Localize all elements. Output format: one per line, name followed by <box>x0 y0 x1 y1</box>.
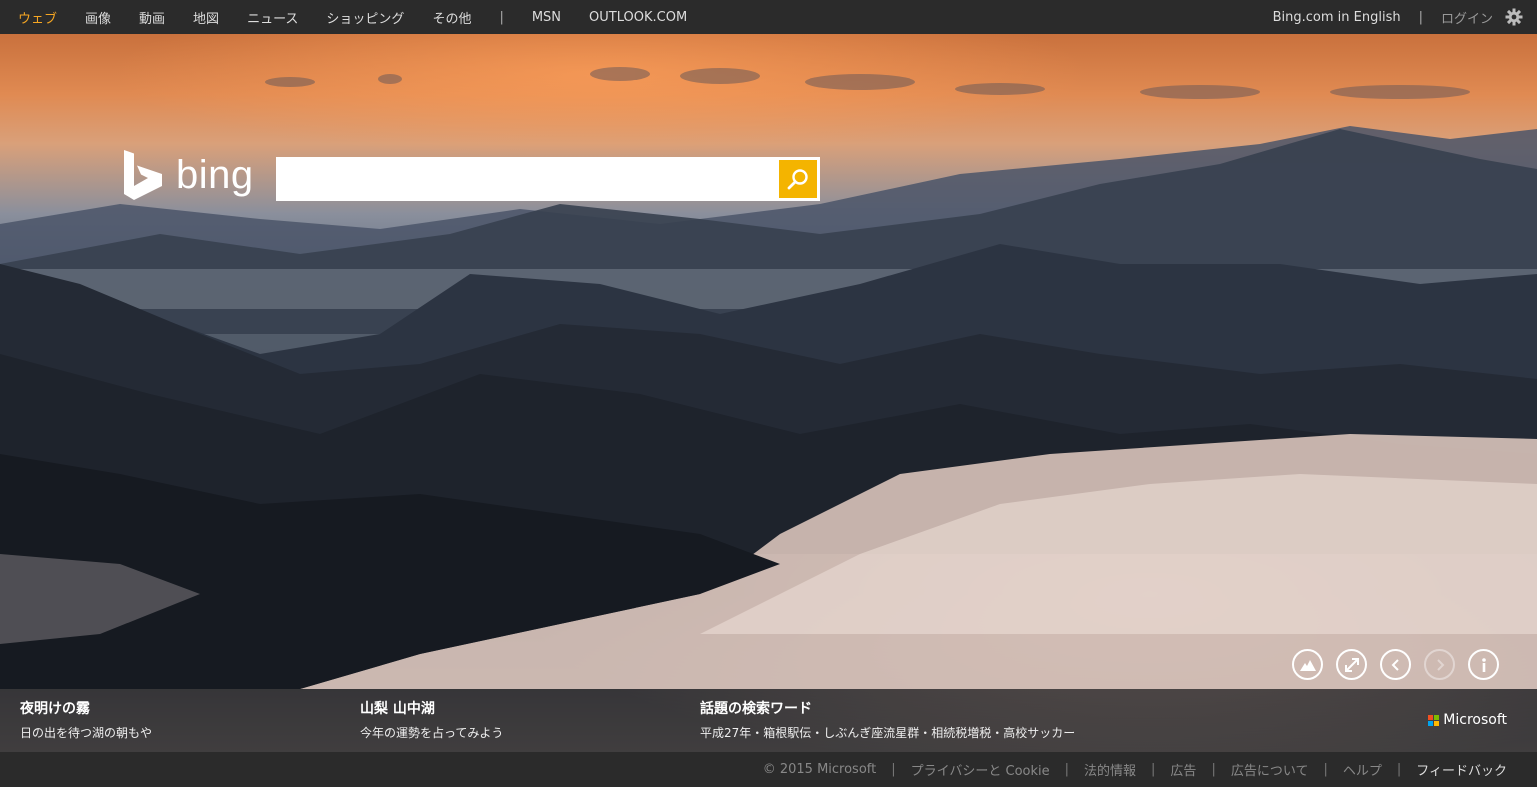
login-link[interactable]: ログイン <box>1441 8 1493 27</box>
footer-feedback-link[interactable]: フィードバック <box>1416 760 1507 779</box>
image-controls <box>1292 649 1512 680</box>
caption-image-title[interactable]: 夜明けの霧 日の出を待つ湖の朝もや <box>20 698 152 741</box>
footer-legal-link[interactable]: 法的情報 <box>1084 760 1136 779</box>
homepage-background-image: bing <box>0 34 1537 752</box>
nav-news[interactable]: ニュース <box>247 8 298 27</box>
footer-help-link[interactable]: ヘルプ <box>1343 760 1382 779</box>
nav-separator: | <box>499 9 504 25</box>
microsoft-logo-icon <box>1428 714 1440 726</box>
footer-about-ads-link[interactable]: 広告について <box>1231 760 1309 779</box>
nav-more[interactable]: その他 <box>432 8 471 27</box>
caption-subtitle: 日の出を待つ湖の朝もや <box>20 726 153 740</box>
search-box <box>276 157 820 201</box>
footer-ads-link[interactable]: 広告 <box>1170 760 1196 779</box>
nav-msn[interactable]: MSN <box>532 10 561 25</box>
hiking-button[interactable] <box>1292 649 1323 680</box>
info-icon <box>1481 657 1486 672</box>
caption-subtitle: 平成27年・箱根駅伝・しぶんぎ座流星群・相続税増税・高校サッカー <box>700 726 1076 740</box>
bing-logo-text: bing <box>176 152 254 197</box>
footer-separator: | <box>891 762 896 777</box>
caption-strip: 夜明けの霧 日の出を待つ湖の朝もや 山梨 山中湖 今年の運勢を占ってみよう 話題… <box>0 689 1537 752</box>
fullscreen-icon <box>1344 657 1359 672</box>
mountain-landscape <box>0 67 1537 689</box>
gear-icon[interactable] <box>1505 8 1523 26</box>
next-image-button[interactable] <box>1424 649 1455 680</box>
caption-location[interactable]: 山梨 山中湖 今年の運勢を占ってみよう <box>360 698 503 741</box>
bing-logo-icon <box>124 150 162 200</box>
info-button[interactable] <box>1468 649 1499 680</box>
previous-icon <box>1391 658 1399 671</box>
footer-separator: | <box>1064 762 1070 777</box>
fullscreen-button[interactable] <box>1336 649 1367 680</box>
footer-separator: | <box>1396 762 1402 777</box>
account-area: Bing.com in English | ログイン <box>1273 0 1523 34</box>
footer-separator: | <box>1151 762 1156 777</box>
nav-outlook[interactable]: OUTLOOK.COM <box>589 10 687 25</box>
caption-title: 夜明けの霧 <box>20 701 90 717</box>
caption-subtitle: 今年の運勢を占ってみよう <box>360 726 504 740</box>
search-input[interactable] <box>286 159 780 201</box>
account-separator: | <box>1418 9 1423 25</box>
nav-videos[interactable]: 動画 <box>139 8 165 27</box>
nav-images[interactable]: 画像 <box>85 8 111 27</box>
microsoft-logo[interactable]: Microsoft <box>1428 712 1507 728</box>
copyright: © 2015 Microsoft <box>762 762 877 777</box>
microsoft-logo-text: Microsoft <box>1443 712 1507 728</box>
nav-shopping[interactable]: ショッピング <box>326 8 404 27</box>
caption-title: 話題の検索ワード <box>700 701 812 717</box>
next-icon <box>1436 658 1444 671</box>
footer-separator: | <box>1211 762 1216 777</box>
caption-trending[interactable]: 話題の検索ワード 平成27年・箱根駅伝・しぶんぎ座流星群・相続税増税・高校サッカ… <box>700 698 1075 741</box>
bing-logo[interactable]: bing <box>122 150 254 200</box>
caption-title: 山梨 山中湖 <box>360 701 435 717</box>
footer-separator: | <box>1323 762 1328 777</box>
top-navigation-bar: ウェブ 画像 動画 地図 ニュース ショッピング その他 | MSN OUTLO… <box>0 0 1537 34</box>
english-site-link[interactable]: Bing.com in English <box>1273 10 1401 25</box>
nav-maps[interactable]: 地図 <box>193 8 219 27</box>
search-icon <box>787 169 808 190</box>
footer-privacy-link[interactable]: プライバシーと Cookie <box>911 760 1050 779</box>
hiking-icon <box>1299 659 1316 671</box>
search-button[interactable] <box>779 160 817 198</box>
nav-web[interactable]: ウェブ <box>18 8 57 27</box>
previous-image-button[interactable] <box>1380 649 1411 680</box>
footer: © 2015 Microsoft | プライバシーと Cookie | 法的情報… <box>0 752 1537 787</box>
scope-nav: ウェブ 画像 動画 地図 ニュース ショッピング その他 | MSN OUTLO… <box>0 0 715 34</box>
